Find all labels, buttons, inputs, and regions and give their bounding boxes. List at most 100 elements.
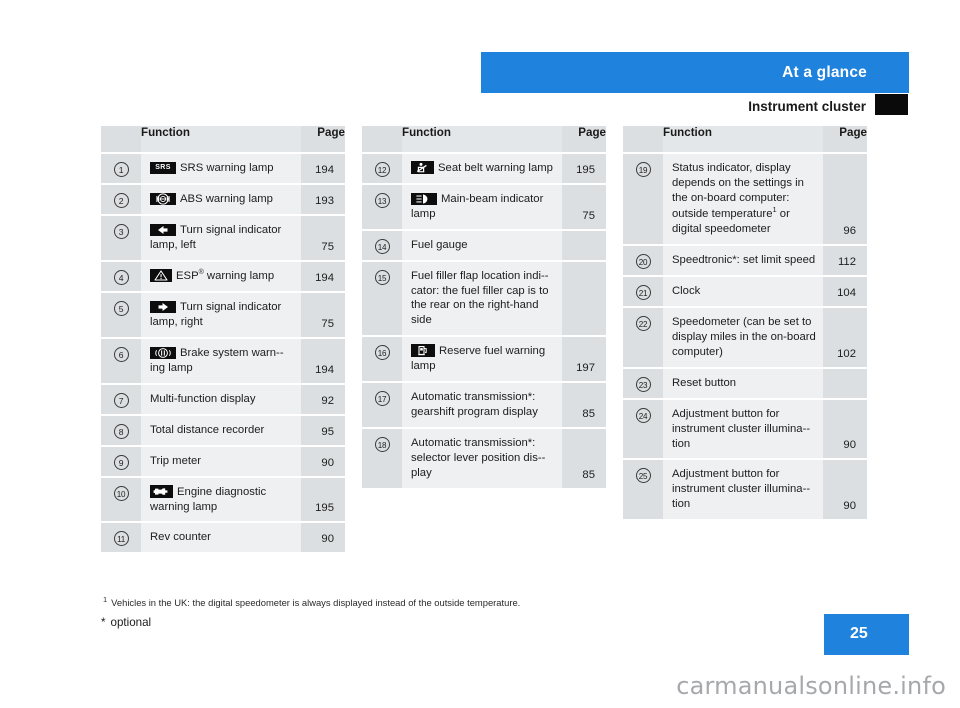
circled-number: 8 (113, 423, 129, 439)
row-index-cell: 2 (101, 182, 141, 215)
circled-number: 25 (635, 468, 651, 484)
row-index-cell: 20 (623, 244, 663, 277)
row-page-cell: 90 (823, 458, 867, 520)
table-row: 18 Automatic transmission*: selector leve… (362, 426, 606, 488)
table-row: 8 Total distance recorder 95 (101, 413, 345, 446)
row-index-cell: 5 (101, 291, 141, 339)
table-row: 15 Fuel filler flap location indi-­cator:… (362, 259, 606, 337)
turn-signal-right-icon (150, 301, 176, 314)
row-function-cell: Reset button (663, 366, 823, 399)
row-page-cell: 102 (823, 306, 867, 368)
row-index-cell: 16 (362, 335, 402, 383)
circled-number: 16 (374, 345, 390, 361)
row-index-cell: 1 (101, 152, 141, 184)
circled-number: 7 (113, 392, 129, 408)
row-page-cell: 90 (823, 397, 867, 460)
row-page-cell: 194 (301, 152, 345, 184)
seat-belt-warning-icon (411, 161, 434, 174)
row-function-text: Speedometer (can be set to display miles… (672, 316, 816, 358)
row-function-text: Rev counter (150, 531, 211, 544)
circled-number: 15 (374, 269, 390, 285)
table-row: 16 Reserve fuel warning lamp 197 (362, 335, 606, 383)
section-title: Instrument cluster (748, 99, 866, 114)
table-header-index (101, 126, 141, 153)
row-function-text: Fuel gauge (411, 238, 468, 251)
function-table-column-2: Function Page 12 Seat belt warning lamp 195 1… (362, 126, 606, 488)
table-row: 21 Clock 104 (623, 275, 867, 308)
row-function-text: Fuel filler flap location indi-­cator: t… (411, 269, 549, 327)
row-page-cell: 85 (562, 426, 606, 488)
row-function-text: ABS warning lamp (180, 192, 273, 205)
row-page-cell: 197 (562, 335, 606, 383)
row-page-cell (562, 259, 606, 337)
circled-number: 5 (113, 301, 129, 317)
reserve-fuel-warning-icon (411, 344, 435, 358)
row-index-cell: 7 (101, 382, 141, 415)
row-index-cell: 12 (362, 152, 402, 184)
row-page-cell: 85 (562, 381, 606, 428)
table-row: 5 Turn signal indicator lamp, right 75 (101, 291, 345, 339)
row-function-cell: Automatic transmission*: gearshift progr… (402, 381, 562, 428)
row-index-cell: 4 (101, 259, 141, 293)
row-index-cell: 11 (101, 521, 141, 553)
row-page-cell: 104 (823, 275, 867, 308)
table-row: 4 ESP® warning lamp 194 (101, 259, 345, 293)
page-number: 25 (850, 625, 868, 642)
circled-number: 23 (635, 376, 651, 392)
table-row: 23 Reset button (623, 366, 867, 399)
table-row: 20 Speedtronic*: set limit speed 112 (623, 244, 867, 277)
row-function-cell: Total distance recorder (141, 413, 301, 446)
circled-number: 4 (113, 269, 129, 285)
row-index-cell: 3 (101, 213, 141, 261)
row-page-cell: 92 (301, 382, 345, 415)
row-function-text: Speedtronic*: set limit speed (672, 254, 816, 267)
row-index-cell: 25 (623, 458, 663, 520)
table-header-function: Function (402, 126, 562, 153)
row-index-cell: 13 (362, 182, 402, 230)
circled-number: 24 (635, 407, 651, 423)
row-function-cell: Fuel filler flap location indi-­cator: t… (402, 259, 562, 337)
row-function-text: Trip meter (150, 454, 202, 467)
row-page-cell: 96 (823, 151, 867, 246)
footnote-optional-marker: * (101, 616, 106, 629)
circled-number: 1 (113, 162, 129, 177)
row-function-cell: Automatic transmission*: selector lever … (402, 426, 562, 488)
row-function-text: Clock (672, 285, 701, 298)
row-function-text: Adjustment button for instrument cluster… (672, 468, 811, 511)
row-function-text: Multi-function display (150, 392, 256, 405)
engine-diagnostic-icon (150, 484, 173, 498)
site-watermark: carmanualsonline.info (676, 672, 946, 700)
header-title: At a glance (782, 63, 867, 81)
row-page-cell: 90 (301, 521, 345, 553)
circled-number: 3 (113, 223, 129, 239)
row-index-cell: 23 (623, 366, 663, 399)
row-function-text: Automatic transmission*: selector lever … (411, 436, 546, 479)
brake-system-warning-icon (150, 347, 176, 360)
function-table-column-3: Function Page 19 Status indicator, display … (623, 126, 867, 520)
row-function-cell: Engine diagnostic warning lamp (141, 475, 301, 523)
circled-number: 13 (374, 192, 390, 208)
table-row: 2 ABS warning lamp 193 (101, 182, 345, 215)
circled-number: 11 (113, 531, 129, 547)
row-page-cell: 195 (301, 475, 345, 523)
row-function-cell: Speedtronic*: set limit speed (663, 244, 823, 277)
table-row: 25 Adjustment button for instrument clust… (623, 458, 867, 520)
row-function-cell: Trip meter (141, 444, 301, 477)
circled-number: 9 (113, 454, 129, 470)
row-function-text: Adjustment button for instrument cluster… (672, 407, 811, 450)
footnote-one: 1 Vehicles in the UK: the digital speedom… (103, 595, 520, 608)
circled-number: 14 (374, 238, 390, 254)
row-index-cell: 17 (362, 381, 402, 428)
row-index-cell: 15 (362, 259, 402, 337)
row-function-cell: Main-beam indicator lamp (402, 182, 562, 230)
footnote-ref: 1 (772, 205, 777, 215)
row-page-cell: 95 (301, 413, 345, 446)
table-row: 19 Status indicator, display depends on t… (623, 151, 867, 246)
turn-signal-left-icon (150, 223, 176, 236)
row-function-cell: ABS warning lamp (141, 182, 301, 215)
circled-number: 6 (113, 347, 129, 363)
row-function-cell: Seat belt warning lamp (402, 152, 562, 184)
srs-warning-icon: SRS (150, 162, 176, 174)
row-index-cell: 18 (362, 426, 402, 488)
footnote-one-text: Vehicles in the UK: the digital speedome… (111, 597, 521, 609)
